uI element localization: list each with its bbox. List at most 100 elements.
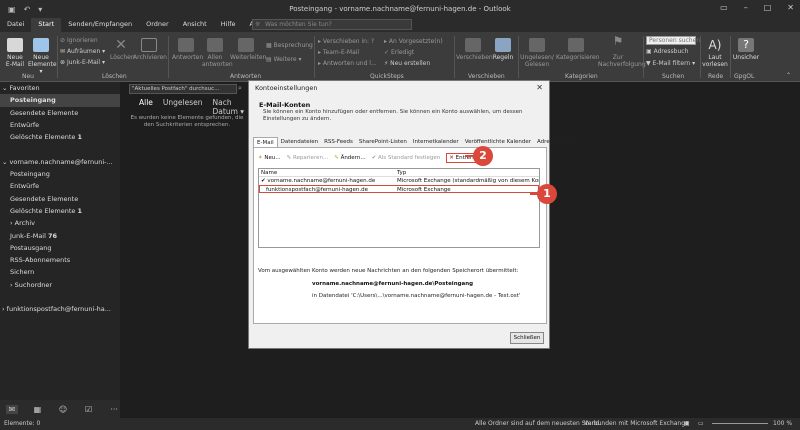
sort-dropdown[interactable]: Nach Datum ▾ xyxy=(213,98,251,116)
qs-move[interactable]: ▸ Verschieben in: ? xyxy=(318,38,374,45)
repair-button[interactable]: ✎ Reparieren... xyxy=(287,155,329,161)
calendar-icon[interactable]: ▦ xyxy=(32,405,44,414)
folder-item[interactable]: Entwürfe xyxy=(0,180,120,192)
unsicher-button[interactable]: ? Unsicher xyxy=(732,38,760,61)
tab-start[interactable]: Start xyxy=(31,18,62,32)
folder-item[interactable]: Junk-E-Mail 76 xyxy=(0,230,120,242)
folder-item[interactable]: RSS-Abonnements xyxy=(0,254,120,266)
account-row-funktionspostfach[interactable]: funktionspostfach@fernuni-hagen.de Micro… xyxy=(259,185,539,193)
account-name: funktionspostfach@fernuni-hagen.de xyxy=(266,187,368,192)
archive-icon xyxy=(141,38,157,52)
folder-group-header[interactable]: ⌄ Favoriten xyxy=(0,82,120,94)
tab-hilfe[interactable]: Hilfe xyxy=(214,18,243,32)
reading-view-icon[interactable]: ▭ xyxy=(698,418,704,430)
followup-button[interactable]: ⚑ Zur Nachverfolgung xyxy=(598,35,646,68)
set-default-button[interactable]: ✔ Als Standard festlegen xyxy=(372,155,441,161)
change-button[interactable]: ✎ Ändern... xyxy=(334,155,365,161)
tab-adressbuecher[interactable]: Adressbücher xyxy=(534,137,578,147)
tab-ungelesen[interactable]: Ungelesen xyxy=(163,98,203,116)
unread-read-button[interactable]: Ungelesen/ Gelesen xyxy=(520,38,554,68)
meeting-button[interactable]: ▦ Besprechung xyxy=(266,42,313,49)
maximize-icon[interactable]: □ xyxy=(764,3,772,12)
qs-done[interactable]: ✓ Erledigt xyxy=(384,49,414,56)
scope-dropdown[interactable]: "Aktuelles Postfach" durchsuc... xyxy=(129,84,237,94)
rules-button[interactable]: Regeln xyxy=(492,38,514,61)
ignore-button[interactable]: ⊘ Ignorieren xyxy=(60,37,98,44)
tab-veroeffentlichte-kalender[interactable]: Veröffentlichte Kalender xyxy=(462,137,534,147)
tab-ansicht[interactable]: Ansicht xyxy=(176,18,214,32)
folder-group-header[interactable]: ⌄ vorname.nachname@fernuni-... xyxy=(0,156,120,168)
zoom-level: 100 % xyxy=(773,420,793,427)
folder-item[interactable]: Gesendete Elemente xyxy=(0,107,120,119)
ribbon-display-icon[interactable]: ▭ xyxy=(720,3,728,12)
tab-datei[interactable]: Datei xyxy=(0,18,31,32)
tab-alle[interactable]: Alle xyxy=(139,98,153,116)
folder-item[interactable]: › Suchordner xyxy=(0,279,120,291)
new-email-button[interactable]: Neue E-Mail xyxy=(4,38,26,68)
question-icon: ? xyxy=(738,38,754,52)
qs-reply-delete[interactable]: ▸ Antworten und l... xyxy=(318,60,377,67)
tell-me-search[interactable]: ☼ Was möchten Sie tun? xyxy=(252,19,412,30)
folder-item[interactable]: Gesendete Elemente xyxy=(0,193,120,205)
zoom-slider[interactable] xyxy=(712,423,768,424)
forward-icon xyxy=(238,38,254,52)
reply-all-icon xyxy=(207,38,223,52)
folder-item[interactable]: Postausgang xyxy=(0,242,120,254)
magnifier-icon[interactable]: ⌕ xyxy=(238,84,242,93)
close-window-icon[interactable]: ✕ xyxy=(787,3,794,12)
more-button[interactable]: ▤ Weitere ▾ xyxy=(266,56,302,63)
more-icon: ▤ xyxy=(266,56,274,63)
qs-manager[interactable]: ▸ An Vorgesetzte(n) xyxy=(384,38,443,45)
group-gpgol: GpgOL xyxy=(734,73,755,80)
people-search-input[interactable]: Personen suchen xyxy=(646,36,700,45)
categorize-button[interactable]: Kategorisieren xyxy=(556,38,599,61)
account-row-default[interactable]: ✔ vorname.nachname@fernuni-hagen.de Micr… xyxy=(259,177,539,185)
col-name[interactable]: Name xyxy=(259,169,397,176)
new-items-button[interactable]: Neue Elemente ▾ xyxy=(28,38,57,75)
junk-button[interactable]: ⊗ Junk-E-Mail ▾ xyxy=(60,59,105,66)
folder-item[interactable]: Posteingang xyxy=(0,94,120,107)
forward-button[interactable]: Weiterleiten xyxy=(230,38,266,61)
delete-button[interactable]: ✕ Löschen xyxy=(110,38,135,61)
reply-button[interactable]: Antworten xyxy=(172,38,203,61)
dialog-close-icon[interactable]: ✕ xyxy=(536,83,543,92)
folder-item[interactable]: Sichern xyxy=(0,266,120,278)
normal-view-icon[interactable]: ▣ xyxy=(684,418,690,430)
tasks-icon[interactable]: ☑ xyxy=(83,405,95,414)
qs-team[interactable]: ▸ Team-E-Mail xyxy=(318,49,359,56)
tab-datendateien[interactable]: Datendateien xyxy=(278,137,321,147)
tab-internetkalender[interactable]: Internetkalender xyxy=(410,137,462,147)
tab-rss-feeds[interactable]: RSS-Feeds xyxy=(321,137,356,147)
col-type[interactable]: Typ xyxy=(397,169,539,176)
new-account-button[interactable]: ✦ Neu... xyxy=(258,155,281,161)
tab-ordner[interactable]: Ordner xyxy=(139,18,176,32)
folder-group-header[interactable]: › funktionspostfach@fernuni-ha... xyxy=(0,303,120,315)
folder-item[interactable]: Posteingang xyxy=(0,168,120,180)
folder-item[interactable]: Gelöschte Elemente 1 xyxy=(0,205,120,217)
folder-item[interactable]: › Archiv xyxy=(0,217,120,229)
minimize-icon[interactable]: – xyxy=(744,3,748,12)
tab-email[interactable]: E-Mail xyxy=(253,137,278,147)
reply-all-button[interactable]: Allen antworten xyxy=(202,38,233,68)
group-kategorien: Kategorien xyxy=(565,73,598,80)
cleanup-button[interactable]: ✉ Aufräumen ▾ xyxy=(60,48,105,55)
read-aloud-button[interactable]: A) Laut vorlesen xyxy=(702,38,728,68)
filter-email-button[interactable]: ▼ E-Mail filtern ▾ xyxy=(646,60,695,67)
more-apps-icon[interactable]: ··· xyxy=(108,405,120,414)
move-button[interactable]: Verschieben xyxy=(456,38,493,61)
people-icon[interactable]: ☺ xyxy=(57,405,69,414)
tab-senden-empfangen[interactable]: Senden/Empfangen xyxy=(61,18,139,32)
collapse-ribbon-icon[interactable]: ⌃ xyxy=(786,72,791,79)
qs-create-new[interactable]: ⚡ Neu erstellen xyxy=(384,60,430,67)
addressbook-button[interactable]: ▣ Adressbuch xyxy=(646,48,688,55)
rules-icon xyxy=(495,38,511,52)
mail-icon[interactable]: ✉ xyxy=(6,404,18,414)
folder-item[interactable]: Gelöschte Elemente 1 xyxy=(0,131,120,143)
archive-button[interactable]: Archivieren xyxy=(133,38,167,61)
close-button[interactable]: Schließen xyxy=(510,332,544,344)
folder-item[interactable]: Entwürfe xyxy=(0,119,120,131)
tab-sharepoint[interactable]: SharePoint-Listen xyxy=(356,137,410,147)
filter-tabs: Alle Ungelesen Nach Datum ▾ xyxy=(139,98,251,116)
chevron-icon[interactable]: ⌄ xyxy=(2,84,10,92)
chevron-icon[interactable]: ⌄ xyxy=(2,158,10,166)
